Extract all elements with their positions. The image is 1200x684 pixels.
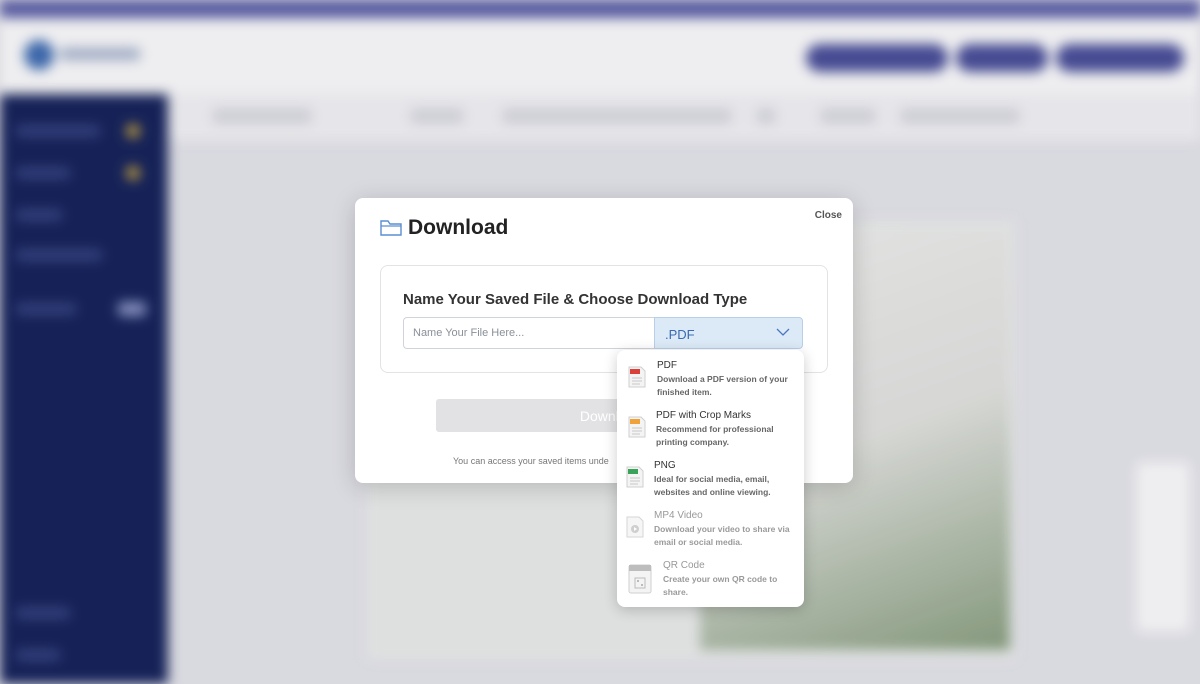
dropdown-option-mp4-video[interactable]: MP4 Video Download your video to share v…	[617, 510, 804, 560]
download-type-select[interactable]: .PDF	[654, 317, 803, 349]
modal-header: Download	[380, 216, 508, 240]
dropdown-option-pdf-crop-marks[interactable]: PDF with Crop Marks Recommend for profes…	[617, 410, 804, 460]
png-file-icon	[626, 466, 644, 488]
download-type-dropdown: PDF Download a PDF version of your finis…	[617, 350, 804, 607]
video-file-icon	[626, 516, 644, 538]
chevron-down-icon	[776, 328, 790, 336]
dropdown-option-pdf[interactable]: PDF Download a PDF version of your finis…	[617, 360, 804, 410]
file-name-input[interactable]	[403, 317, 654, 349]
modal-title: Download	[408, 216, 509, 239]
pdf-file-icon	[628, 366, 646, 388]
dropdown-option-png[interactable]: PNG Ideal for social media, email, websi…	[617, 460, 804, 510]
selected-type-value: .PDF	[665, 327, 695, 342]
close-button[interactable]: Close	[815, 210, 842, 221]
qr-code-icon	[628, 564, 652, 594]
pdf-crop-marks-file-icon	[628, 416, 646, 438]
saved-items-hint: You can access your saved items unde	[453, 456, 609, 466]
folder-icon	[380, 220, 402, 236]
section-title: Name Your Saved File & Choose Download T…	[403, 291, 748, 308]
dropdown-option-qr-code[interactable]: QR Code Create your own QR code to share…	[617, 560, 804, 610]
